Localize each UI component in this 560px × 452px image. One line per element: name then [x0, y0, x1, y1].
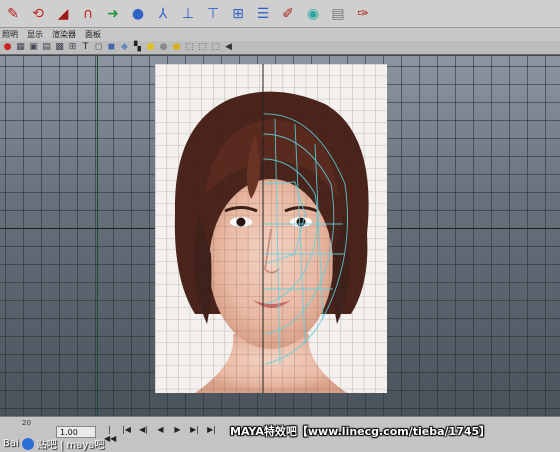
grid-line — [545, 56, 546, 416]
cube-smooth-icon[interactable]: ◆ — [119, 42, 130, 53]
menu-show[interactable]: 显示 — [27, 29, 43, 40]
grid-toggle-icon[interactable]: ⊞ — [67, 42, 78, 53]
menu-renderer[interactable]: 渲染器 — [52, 29, 76, 40]
grid-line — [437, 56, 438, 416]
reference-face-photo — [155, 64, 387, 393]
sphere-icon[interactable]: ● — [127, 3, 149, 25]
step-back-frame-button[interactable]: ◀| — [138, 425, 149, 443]
tieba-label: 贴吧 | maya吧 — [36, 440, 105, 451]
grid-line — [59, 56, 60, 416]
curve-tool-icon[interactable]: ✎ — [2, 3, 24, 25]
baidu-brand: Bai — [3, 438, 19, 449]
panel-menu-bar: 照明 显示 渲染器 面板 — [0, 28, 560, 41]
light-icon[interactable]: ● — [145, 42, 156, 53]
checker-icon[interactable]: ▚ — [132, 42, 143, 53]
step-forward-frame-button[interactable]: ▶| — [189, 425, 200, 443]
arrow-right-icon[interactable]: ➜ — [102, 3, 124, 25]
cube-shaded-icon[interactable]: ◼ — [106, 42, 117, 53]
grid-line — [527, 56, 528, 416]
play-forward-button[interactable]: ▶ — [172, 425, 183, 443]
reference-image-plane[interactable] — [155, 64, 387, 393]
watermark-text: MAYA特效吧【www.linecg.com/tieba/1745】 — [230, 425, 491, 438]
shaded-icon[interactable]: ▣ — [28, 42, 39, 53]
menu-panels[interactable]: 面板 — [85, 29, 101, 40]
select-icon[interactable]: ⬚ — [184, 42, 195, 53]
grid-axis-vertical — [97, 56, 98, 416]
play-backward-button[interactable]: ◀ — [155, 425, 166, 443]
cube-wire-icon[interactable]: ◻ — [93, 42, 104, 53]
playback-controls: |◀◀ |◀ ◀| ◀ ▶ ▶| ▶| — [104, 425, 217, 443]
grid-line — [113, 56, 114, 416]
xray-icon[interactable]: ⬚ — [210, 42, 221, 53]
shelf-toolbar: ✎ ⟲ ◢ ∩ ➜ ● ⅄ ⊥ ⊤ ⊞ ☰ ✐ ◉ ▤ ✑ — [0, 0, 560, 28]
wireframe-icon[interactable]: ▦ — [15, 42, 26, 53]
paint-icon[interactable]: ✐ — [277, 3, 299, 25]
ao-icon[interactable]: ● — [171, 42, 182, 53]
grid-line — [473, 56, 474, 416]
grid-line — [23, 56, 24, 416]
baidu-watermark: Bai 贴吧 | maya吧 — [3, 436, 104, 451]
grid-line — [95, 56, 96, 416]
lasso-icon[interactable]: ⟲ — [27, 3, 49, 25]
list-icon[interactable]: ☰ — [252, 3, 274, 25]
grid-line — [419, 56, 420, 416]
step-back-key-button[interactable]: |◀ — [121, 425, 132, 443]
text-icon[interactable]: T — [80, 42, 91, 53]
grid-line — [455, 56, 456, 416]
layer-icon[interactable]: ▤ — [327, 3, 349, 25]
brush-icon[interactable]: ✑ — [352, 3, 374, 25]
magnet-icon[interactable]: ∩ — [77, 3, 99, 25]
frame-number: 20 — [22, 419, 31, 427]
grid-line — [5, 56, 6, 416]
front-viewport[interactable] — [0, 56, 560, 416]
grid-line — [131, 56, 132, 416]
baidu-paw-icon — [21, 437, 34, 450]
grid-line — [509, 56, 510, 416]
bevel-icon[interactable]: ◢ — [52, 3, 74, 25]
blend-icon[interactable]: ⊞ — [227, 3, 249, 25]
grid-line — [401, 56, 402, 416]
isolate-icon[interactable]: ⬚ — [197, 42, 208, 53]
go-to-end-button[interactable]: ▶| — [206, 425, 217, 443]
shadow-icon[interactable]: ● — [158, 42, 169, 53]
camera-icon[interactable]: ● — [2, 42, 13, 53]
hierarchy-icon[interactable]: ⊤ — [202, 3, 224, 25]
joint-icon[interactable]: ⅄ — [152, 3, 174, 25]
grid-line — [41, 56, 42, 416]
grid-line — [149, 56, 150, 416]
menu-lighting[interactable]: 照明 — [2, 29, 18, 40]
lights-icon[interactable]: ▩ — [54, 42, 65, 53]
go-to-start-button[interactable]: |◀◀ — [104, 425, 116, 443]
render-icon[interactable]: ◉ — [302, 3, 324, 25]
viewport-toolbar: ● ▦ ▣ ▤ ▩ ⊞ T ◻ ◼ ◆ ▚ ● ● ● ⬚ ⬚ ⬚ ◀ — [0, 41, 560, 55]
skeleton-icon[interactable]: ⊥ — [177, 3, 199, 25]
textured-icon[interactable]: ▤ — [41, 42, 52, 53]
grid-line — [77, 56, 78, 416]
manip-icon[interactable]: ◀ — [223, 42, 234, 53]
grid-line — [0, 408, 560, 409]
grid-line — [491, 56, 492, 416]
